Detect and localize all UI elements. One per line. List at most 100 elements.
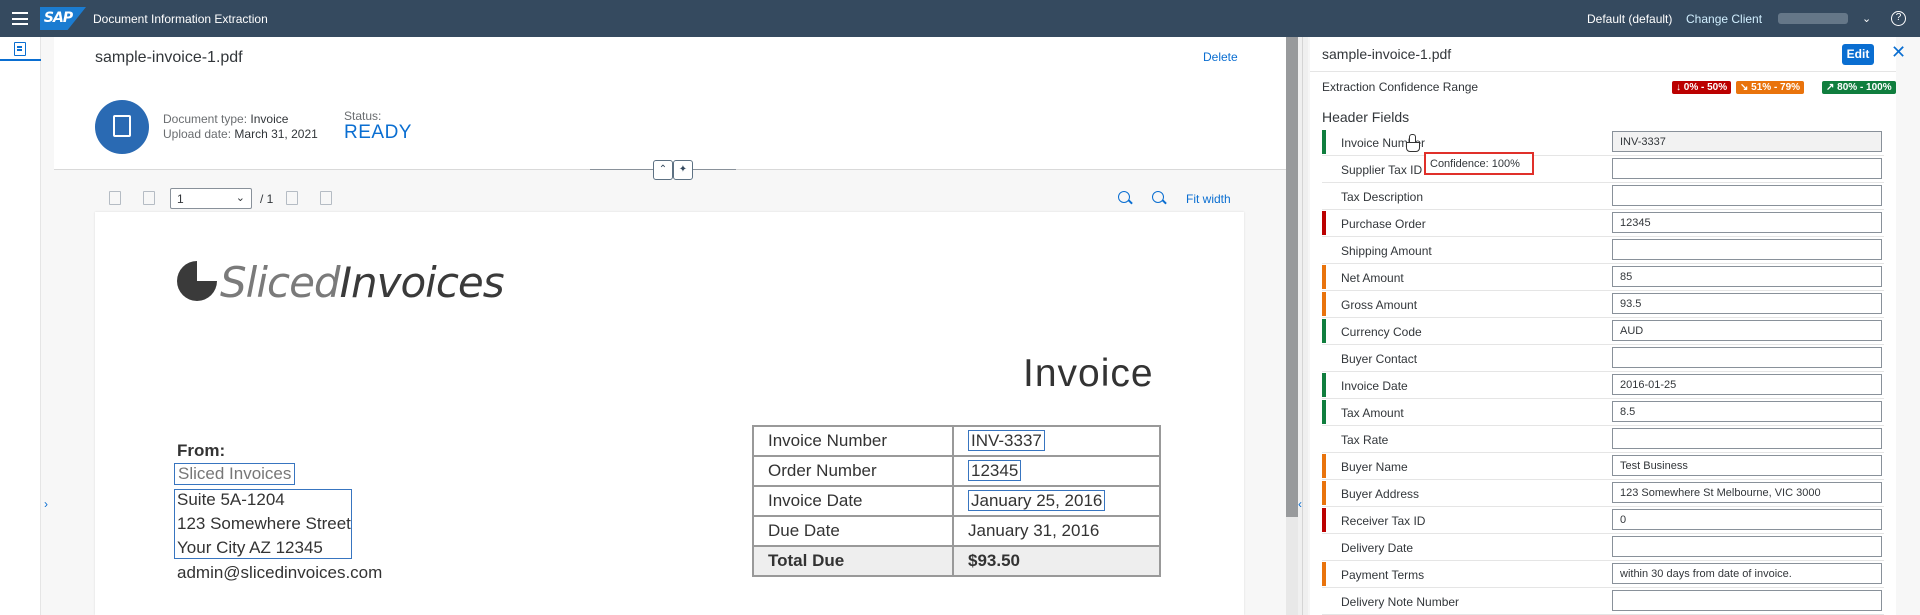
confidence-indicator — [1322, 481, 1326, 505]
zoom-in-icon[interactable] — [1118, 191, 1130, 203]
field-value[interactable]: 2016-01-25 — [1612, 374, 1882, 395]
legend-medium: ↘ 51% - 79% — [1736, 81, 1805, 94]
delete-button[interactable]: Delete — [1203, 50, 1238, 64]
pdf-from-name[interactable]: Sliced Invoices — [174, 463, 296, 485]
field-value[interactable] — [1612, 428, 1882, 449]
field-label: Delivery Date — [1341, 541, 1414, 555]
field-value[interactable] — [1612, 158, 1882, 179]
field-value[interactable]: INV-3337 — [1612, 131, 1882, 152]
field-row: Invoice Date 2016-01-25 — [1322, 372, 1884, 399]
table-row: Order Number 12345 — [752, 455, 1161, 487]
field-row: Delivery Date — [1322, 534, 1884, 561]
header-fields-title: Header Fields — [1322, 109, 1410, 125]
field-row: Net Amount 85 — [1322, 264, 1884, 291]
table-cell-value: January 25, 2016 — [952, 485, 1161, 517]
field-row: Tax Rate — [1322, 426, 1884, 453]
field-label: Buyer Address — [1341, 487, 1420, 501]
chevron-down-icon: ⌄ — [235, 192, 245, 204]
confidence-indicator — [1322, 265, 1326, 289]
document-icon — [14, 42, 26, 56]
field-label: Buyer Contact — [1341, 352, 1418, 366]
highlight-invoice-date[interactable]: January 25, 2016 — [968, 490, 1106, 511]
document-title: sample-invoice-1.pdf — [95, 49, 243, 66]
confidence-indicator — [1322, 508, 1326, 532]
next-page-icon[interactable] — [286, 191, 298, 205]
field-value[interactable]: 93.5 — [1612, 293, 1882, 314]
collapse-right-icon[interactable]: ‹ — [1298, 497, 1302, 511]
field-value[interactable]: Test Business — [1612, 455, 1882, 476]
field-label: Currency Code — [1341, 325, 1422, 339]
document-avatar — [95, 100, 149, 154]
page-select[interactable]: 1 ⌄ — [170, 188, 252, 209]
hand-cursor-icon — [1406, 134, 1420, 152]
field-value[interactable] — [1612, 590, 1882, 611]
field-row: Payment Terms within 30 days from date of… — [1322, 561, 1884, 588]
field-label: Tax Rate — [1341, 433, 1389, 447]
menu-icon[interactable] — [12, 12, 28, 25]
edit-button[interactable]: Edit — [1842, 44, 1874, 65]
confidence-indicator — [1322, 400, 1326, 424]
pane-splitter[interactable] — [1298, 37, 1308, 615]
close-icon[interactable]: ✕ — [1891, 42, 1906, 63]
expand-left-icon[interactable]: › — [44, 497, 48, 511]
fit-width-button[interactable]: Fit width — [1186, 192, 1231, 206]
change-client-link[interactable]: Change Client — [1686, 12, 1762, 26]
table-cell-value: INV-3337 — [952, 425, 1161, 457]
table-row: Due Date January 31, 2016 — [752, 515, 1161, 547]
field-value[interactable]: 8.5 — [1612, 401, 1882, 422]
last-page-icon[interactable] — [320, 191, 332, 205]
table-row-total: Total Due $93.50 — [752, 545, 1161, 577]
document-upload-icon — [113, 115, 131, 137]
field-value[interactable]: AUD — [1612, 320, 1882, 341]
confidence-indicator — [1322, 319, 1326, 343]
document-type: Document type: Invoice — [163, 112, 289, 126]
sap-logo[interactable]: SAP — [40, 7, 86, 30]
field-value[interactable]: 12345 — [1612, 212, 1882, 233]
zoom-out-icon[interactable] — [1152, 191, 1164, 203]
collapse-header-button[interactable]: ⌃ — [653, 160, 673, 180]
field-label: Payment Terms — [1341, 568, 1425, 582]
field-value[interactable]: 123 Somewhere St Melbourne, VIC 3000 — [1612, 482, 1882, 503]
highlight-invoice-number[interactable]: INV-3337 — [968, 430, 1045, 451]
field-row: Tax Description — [1322, 183, 1884, 210]
field-row: Purchase Order 12345 — [1322, 210, 1884, 237]
shell-bar: SAP Document Information Extraction Defa… — [0, 0, 1920, 37]
table-row: Invoice Number INV-3337 — [752, 425, 1161, 457]
side-navigation — [0, 37, 41, 615]
pdf-address-line: Your City AZ 12345 — [177, 538, 323, 557]
field-value[interactable]: within 30 days from date of invoice. — [1612, 563, 1882, 584]
field-row: Tax Amount 8.5 — [1322, 399, 1884, 426]
pdf-from-label: From: — [177, 441, 226, 460]
user-menu[interactable] — [1778, 13, 1848, 24]
pin-header-button[interactable]: ✦ — [673, 160, 693, 180]
previous-page-icon[interactable] — [143, 191, 155, 205]
nav-item-documents[interactable] — [0, 37, 41, 61]
highlight-order-number[interactable]: 12345 — [968, 460, 1022, 481]
legend-low: ↓ 0% - 50% — [1672, 81, 1732, 94]
field-label: Gross Amount — [1341, 298, 1418, 312]
confidence-tooltip: Confidence: 100% — [1424, 152, 1534, 175]
field-label: Tax Amount — [1341, 406, 1404, 420]
app-title: Document Information Extraction — [93, 12, 268, 26]
confidence-indicator — [1322, 130, 1326, 154]
field-row: Currency Code AUD — [1322, 318, 1884, 345]
chevron-down-icon[interactable]: ⌄ — [1862, 12, 1871, 25]
pdf-email: admin@slicedinvoices.com — [177, 563, 383, 582]
field-value[interactable] — [1612, 347, 1882, 368]
help-icon[interactable]: ? — [1891, 11, 1906, 26]
table-cell-value: 12345 — [952, 455, 1161, 487]
field-row: Buyer Name Test Business — [1322, 453, 1884, 480]
status-label: Status: — [344, 109, 382, 123]
field-label: Purchase Order — [1341, 217, 1426, 231]
confidence-range-label: Extraction Confidence Range — [1322, 80, 1479, 94]
field-label: Invoice Date — [1341, 379, 1408, 393]
field-value[interactable] — [1612, 185, 1882, 206]
field-value[interactable]: 85 — [1612, 266, 1882, 287]
field-value[interactable] — [1612, 239, 1882, 260]
first-page-icon[interactable] — [109, 191, 121, 205]
field-value[interactable] — [1612, 536, 1882, 557]
field-value[interactable]: 0 — [1612, 509, 1882, 530]
document-scrollbar-thumb[interactable] — [1286, 37, 1298, 517]
document-scrollbar-track[interactable] — [1286, 517, 1298, 615]
field-label: Delivery Note Number — [1341, 595, 1460, 609]
